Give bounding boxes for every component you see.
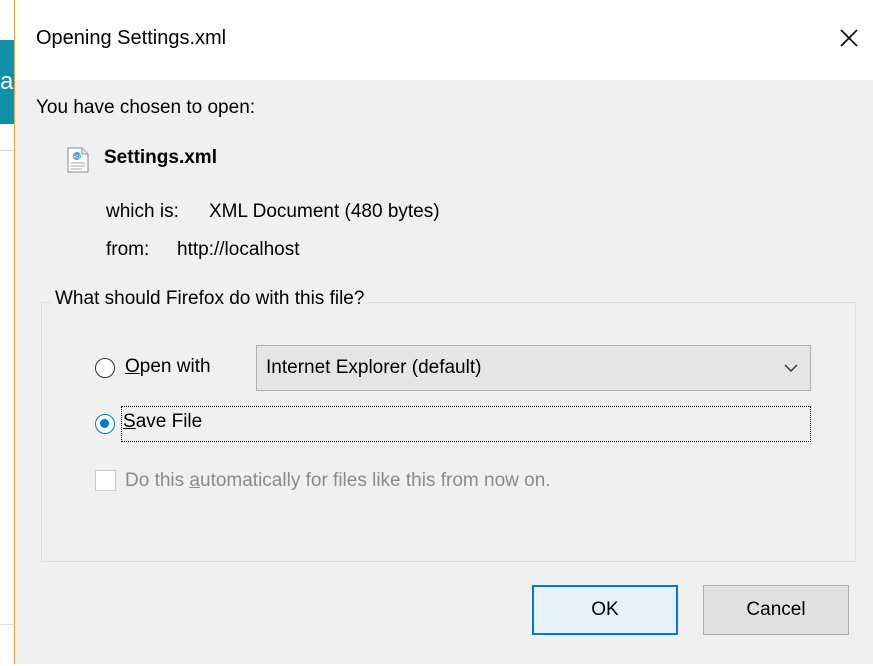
intro-text: You have chosen to open: [36,97,256,118]
which-is-label: which is: [106,201,179,222]
ok-button-label: OK [591,599,619,620]
from-label: from: [106,239,150,260]
chevron-down-icon [784,364,798,372]
open-file-dialog: Opening Settings.xml You have chosen to … [14,0,873,664]
open-with-mnemonic: O [125,356,140,377]
auto-action-prefix: Do this [125,470,190,491]
action-group-legend: What should Firefox do with this file? [51,288,369,310]
background-divider [0,150,14,151]
background-app-tab-glyph: a [0,68,14,95]
open-with-app-value: Internet Explorer (default) [266,357,482,378]
background-divider-bottom [0,624,14,625]
background-app: a [0,0,14,666]
close-button[interactable] [829,18,869,58]
radio-selected-dot [100,419,109,428]
save-file-label-rest: ave File [135,411,203,432]
save-file-radio[interactable] [95,414,115,434]
dialog-title: Opening Settings.xml [36,27,227,49]
auto-action-suffix: utomatically for files like this from no… [200,470,551,491]
file-name: Settings.xml [104,147,217,168]
open-with-label-rest: pen with [139,356,211,377]
cancel-button-label: Cancel [746,599,806,620]
save-file-label[interactable]: Save File [123,411,202,433]
save-file-focus-rect [121,406,811,442]
auto-action-label[interactable]: Do this automatically for files like thi… [125,470,551,492]
open-with-radio[interactable] [95,358,115,378]
open-with-app-select[interactable]: Internet Explorer (default) [256,345,811,391]
dialog-titlebar: Opening Settings.xml [15,0,873,80]
ok-button[interactable]: OK [532,585,678,635]
xml-file-icon: </> [67,147,89,173]
dialog-body: You have chosen to open: </> Settings.xm… [15,80,873,664]
open-with-label[interactable]: Open with [125,356,211,378]
svg-text:</>: </> [74,154,86,161]
file-type-value: XML Document (480 bytes) [209,201,440,222]
close-icon [840,29,858,47]
auto-action-checkbox[interactable] [95,470,116,491]
background-app-tab[interactable]: a [0,40,14,124]
auto-action-mnemonic: a [189,470,200,491]
from-value: http://localhost [177,239,300,260]
cancel-button[interactable]: Cancel [703,585,849,635]
save-file-mnemonic: S [123,411,136,432]
